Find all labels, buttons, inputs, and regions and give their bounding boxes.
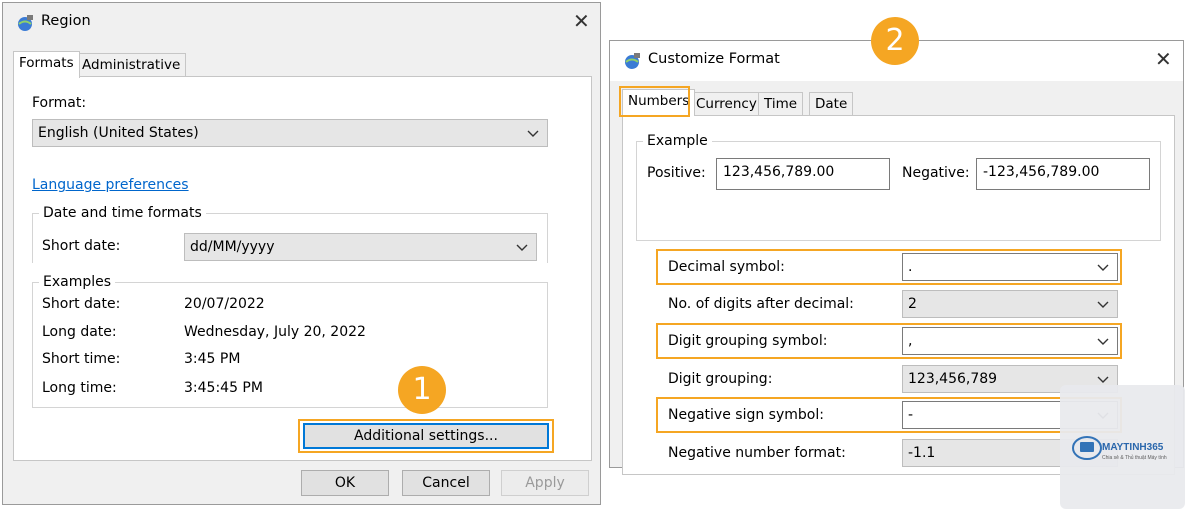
setting-label: No. of digits after decimal: [668,296,854,312]
digits-after-decimal-dropdown[interactable]: 2 [902,290,1118,318]
setting-value: - [908,407,914,423]
ok-button[interactable]: OK [301,470,389,496]
tab-time[interactable]: Time [758,92,804,116]
example-label: Short date: [42,296,121,312]
setting-value: 2 [908,296,917,312]
format-dropdown[interactable]: English (United States) [32,119,548,147]
digit-grouping-symbol-dropdown[interactable]: , [902,327,1118,355]
additional-settings-button[interactable]: Additional settings... [303,423,549,449]
tab-currency[interactable]: Currency [690,92,763,116]
apply-button[interactable]: Apply [501,470,589,496]
language-preferences-link[interactable]: Language preferences [32,177,189,193]
negative-label: Negative: [902,165,970,181]
format-value: English (United States) [38,125,199,141]
setting-label: Decimal symbol: [668,259,785,275]
setting-value: -1.1 [908,445,936,461]
example-value: 20/07/2022 [184,296,265,312]
negative-example-field: -123,456,789.00 [976,158,1150,190]
region-window: Region ✕ Formats Administrative Format: … [2,2,601,505]
chevron-down-icon [1097,376,1109,383]
short-date-label: Short date: [42,238,121,254]
watermark-tagline: Chia sẻ & Thủ thuật Máy tính [1102,455,1167,461]
positive-example-field: 123,456,789.00 [716,158,890,190]
setting-value: , [908,333,913,349]
example-label: Long date: [42,324,117,340]
tab-date[interactable]: Date [809,92,854,116]
example-group [636,141,1161,241]
watermark-logo: MAYTINH365 Chia sẻ & Thủ thuật Máy tính [1060,385,1185,509]
numbers-tab-highlight [619,86,690,117]
setting-label: Negative number format: [668,445,846,461]
example-label: Long time: [42,380,117,396]
region-titlebar: Region ✕ [3,3,600,43]
customize-title: Customize Format [648,51,780,67]
chevron-down-icon [516,244,528,251]
example-value: 3:45:45 PM [184,380,263,396]
chevron-down-icon [1097,338,1109,345]
step-1-badge: 1 [398,366,446,414]
date-time-formats-title: Date and time formats [39,205,206,221]
positive-label: Positive: [647,165,706,181]
monitor-logo-icon [1072,436,1102,460]
example-title: Example [643,133,712,149]
region-title: Region [41,13,91,29]
example-value: 3:45 PM [184,351,241,367]
close-icon[interactable]: ✕ [1155,49,1172,69]
chevron-down-icon [527,130,539,137]
close-icon[interactable]: ✕ [573,11,590,31]
setting-label: Digit grouping symbol: [668,333,828,349]
decimal-symbol-dropdown[interactable]: . [902,253,1118,281]
examples-title: Examples [39,274,116,290]
cancel-button[interactable]: Cancel [402,470,490,496]
tab-formats[interactable]: Formats [13,51,80,78]
setting-value: 123,456,789 [908,371,998,387]
step-2-badge: 2 [871,17,919,65]
example-label: Short time: [42,351,121,367]
chevron-down-icon [1097,301,1109,308]
formats-panel: Format: English (United States) Language… [13,76,592,461]
customize-globe-icon [625,53,640,69]
region-globe-icon [18,15,33,31]
chevron-down-icon [1097,264,1109,271]
watermark-brand: MAYTINH365 [1102,442,1164,453]
setting-label: Negative sign symbol: [668,407,824,423]
short-date-dropdown[interactable]: dd/MM/yyyy [184,233,537,261]
setting-value: . [908,259,913,275]
setting-label: Digit grouping: [668,371,773,387]
format-label: Format: [32,95,87,111]
example-value: Wednesday, July 20, 2022 [184,324,366,340]
short-date-value: dd/MM/yyyy [190,239,275,255]
tab-administrative[interactable]: Administrative [76,53,187,77]
